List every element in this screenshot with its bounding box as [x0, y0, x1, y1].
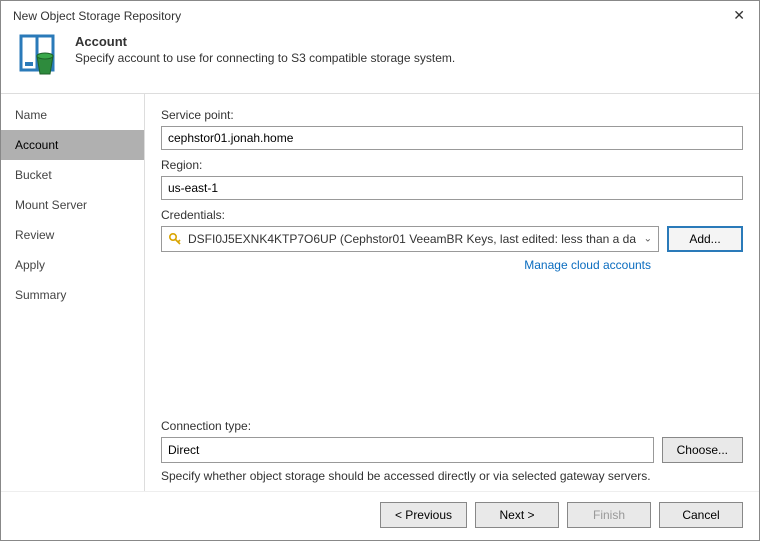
window-title: New Object Storage Repository	[13, 9, 181, 23]
sidebar-item-review[interactable]: Review	[1, 220, 144, 250]
sidebar-item-bucket[interactable]: Bucket	[1, 160, 144, 190]
header-text: Account Specify account to use for conne…	[75, 32, 455, 65]
region-label: Region:	[161, 158, 743, 172]
header-title: Account	[75, 34, 455, 49]
dialog-window: New Object Storage Repository ✕ Account …	[0, 0, 760, 541]
close-icon[interactable]: ✕	[729, 7, 749, 24]
service-point-input[interactable]	[161, 126, 743, 150]
header-description: Specify account to use for connecting to…	[75, 51, 455, 65]
service-point-label: Service point:	[161, 108, 743, 122]
next-button[interactable]: Next >	[475, 502, 559, 528]
connection-hint: Specify whether object storage should be…	[161, 469, 743, 483]
finish-button: Finish	[567, 502, 651, 528]
connection-type-input[interactable]	[161, 437, 654, 463]
choose-connection-button[interactable]: Choose...	[662, 437, 743, 463]
header: Account Specify account to use for conne…	[1, 26, 759, 93]
credentials-dropdown[interactable]: DSFI0J5EXNK4KTP7O6UP (Cephstor01 VeeamBR…	[161, 226, 659, 252]
credentials-value: DSFI0J5EXNK4KTP7O6UP (Cephstor01 VeeamBR…	[188, 232, 636, 246]
footer: < Previous Next > Finish Cancel	[1, 491, 759, 540]
main-panel: Service point: Region: Credentials: DSFI…	[145, 94, 759, 491]
add-credentials-button[interactable]: Add...	[667, 226, 743, 252]
key-icon	[168, 232, 182, 246]
sidebar-item-account[interactable]: Account	[1, 130, 144, 160]
cancel-button[interactable]: Cancel	[659, 502, 743, 528]
titlebar: New Object Storage Repository ✕	[1, 1, 759, 26]
sidebar-item-summary[interactable]: Summary	[1, 280, 144, 310]
connection-type-label: Connection type:	[161, 419, 743, 433]
sidebar-item-mount-server[interactable]: Mount Server	[1, 190, 144, 220]
manage-cloud-accounts-link[interactable]: Manage cloud accounts	[161, 258, 743, 272]
chevron-down-icon: ⌄	[644, 234, 652, 245]
body: Name Account Bucket Mount Server Review …	[1, 93, 759, 491]
sidebar-item-name[interactable]: Name	[1, 100, 144, 130]
region-input[interactable]	[161, 176, 743, 200]
sidebar-item-apply[interactable]: Apply	[1, 250, 144, 280]
credentials-label: Credentials:	[161, 208, 743, 222]
previous-button[interactable]: < Previous	[380, 502, 467, 528]
sidebar: Name Account Bucket Mount Server Review …	[1, 94, 145, 491]
storage-bucket-icon	[17, 32, 61, 79]
